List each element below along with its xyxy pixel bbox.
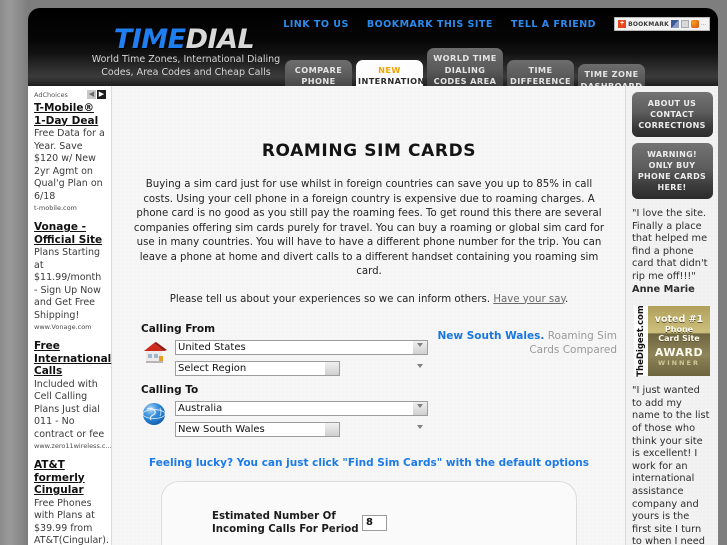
ad-item[interactable]: Free International Calls Included with C… <box>34 340 112 450</box>
site-tagline: World Time Zones, International Dialing … <box>91 54 281 78</box>
intro-paragraph: Buying a sim card just for use whilst in… <box>133 179 605 277</box>
feedback-note-tail: . <box>565 293 569 305</box>
about-us-contact-button[interactable]: ABOUT US CONTACT CORRECTIONS <box>631 92 713 137</box>
ad-url: t-mobile.com <box>34 204 77 212</box>
globe-icon <box>141 398 175 427</box>
testimonial-two: "I just wanted to add my name to the lis… <box>632 385 711 545</box>
left-ad-sidebar: AdChoices ◀ ▶ T-Mobile® 1-Day Deal Free … <box>28 86 112 545</box>
ad-item[interactable]: AT&T formerly Cingular Free Phones with … <box>34 459 109 545</box>
award-badge: TheDigest.com voted #1 Phone Card Site A… <box>634 305 710 377</box>
ad-description: Included with Cell Calling Plans Just di… <box>34 378 105 440</box>
award-source-text: TheDigest.com <box>636 305 646 377</box>
bookmark-this-site-link[interactable]: BOOKMARK THIS SITE <box>367 19 493 30</box>
calling-to-label: Calling To <box>141 383 199 396</box>
ad-url: www.zero11wireless.c... <box>34 442 112 450</box>
site-header: TIMEDIAL World Time Zones, International… <box>28 8 718 102</box>
award-cardsite-line: Card Site <box>658 334 700 344</box>
from-country-select[interactable]: United States <box>175 339 428 355</box>
award-word: AWARD <box>654 345 704 359</box>
ad-url: www.Vonage.com <box>34 323 92 331</box>
more-options-icon[interactable]: ... <box>701 21 706 27</box>
ad-next-icon[interactable]: ▶ <box>97 90 106 99</box>
logo-time-text: TIME <box>113 24 186 55</box>
incoming-calls-label: Estimated Number Of Incoming Calls For P… <box>212 510 359 535</box>
ad-title-link[interactable]: AT&T formerly Cingular <box>34 459 106 497</box>
award-voted-line: voted #1 <box>654 314 704 326</box>
link-to-us-link[interactable]: LINK TO US <box>283 19 349 30</box>
page-root: TIMEDIAL World Time Zones, International… <box>0 0 727 545</box>
ad-description: Free Phones with Plans at $39.99 from AT… <box>34 497 109 545</box>
calling-to-row: Australia New South Wales <box>141 398 625 437</box>
region-summary-highlight: New South Wales. <box>437 329 545 342</box>
feeling-lucky-note: Feeling lucky? You can just click "Find … <box>149 456 589 469</box>
tell-a-friend-link[interactable]: TELL A FRIEND <box>511 19 596 30</box>
calc-row-incoming-calls: Estimated Number Of Incoming Calls For P… <box>162 510 576 536</box>
feedback-note-text: Please tell us about your experiences so… <box>169 293 494 305</box>
award-source-label: TheDigest.com <box>634 305 648 377</box>
ad-prev-icon[interactable]: ◀ <box>87 90 96 99</box>
to-region-select[interactable]: New South Wales <box>175 421 340 437</box>
logo-dial-text: DIAL <box>185 24 255 55</box>
social-bookmark-widget[interactable]: + BOOKMARK ... <box>614 17 710 31</box>
ad-item[interactable]: T-Mobile® 1-Day Deal Free Data for a Yea… <box>34 102 106 212</box>
plus-icon: + <box>618 20 627 28</box>
award-winner-word: WINNER <box>658 358 700 367</box>
warning-buy-phone-cards-button[interactable]: WARNING! ONLY BUY PHONE CARDS HERE! <box>631 143 713 199</box>
rss-share-icon[interactable] <box>690 20 699 28</box>
ad-title-link[interactable]: T-Mobile® 1-Day Deal <box>34 102 106 127</box>
calling-to-selects: Australia New South Wales <box>175 398 428 437</box>
site-logo[interactable]: TIMEDIAL <box>94 26 274 54</box>
adchoices-label[interactable]: AdChoices <box>34 91 68 99</box>
ad-carousel-controls: ◀ ▶ <box>87 90 106 99</box>
ad-title-link[interactable]: Free International Calls <box>34 340 111 378</box>
page-content: AdChoices ◀ ▶ T-Mobile® 1-Day Deal Free … <box>28 86 718 545</box>
region-summary-note: New South Wales. Roaming Sim Cards Compa… <box>431 329 617 357</box>
main-column: ROAMING SIM CARDS Buying a sim card just… <box>113 86 625 545</box>
house-icon <box>141 337 175 366</box>
right-sidebar: ABOUT US CONTACT CORRECTIONS WARNING! ON… <box>625 86 718 545</box>
ad-item[interactable]: Vonage - Official Site Plans Starting at… <box>34 221 106 331</box>
calling-from-selects: United States Select Region <box>175 337 428 376</box>
award-bottom-text: AWARD WINNER <box>655 347 703 369</box>
header-top-links: LINK TO US BOOKMARK THIS SITE TELL A FRI… <box>283 17 710 31</box>
ad-block: AdChoices ◀ ▶ T-Mobile® 1-Day Deal Free … <box>28 86 112 545</box>
incoming-calls-input[interactable] <box>362 514 387 531</box>
have-your-say-link[interactable]: Have your say <box>493 294 565 305</box>
testimonial-one-author: Anne Marie <box>632 283 695 295</box>
feedback-note: Please tell us about your experiences so… <box>133 294 605 305</box>
testimonial-one: "I love the site. Finally a place that h… <box>632 208 711 296</box>
testimonial-one-text: "I love the site. Finally a place that h… <box>632 208 708 282</box>
ad-description: Free Data for a Year. Save $120 w/ New 2… <box>34 128 105 202</box>
facebook-share-icon[interactable] <box>670 20 679 28</box>
window-share-icon[interactable] <box>680 20 689 28</box>
bookmark-widget-label: BOOKMARK <box>628 20 669 28</box>
new-badge: NEW <box>378 64 401 75</box>
adchoices-row: AdChoices ◀ ▶ <box>34 90 106 99</box>
award-phone-line: Phone <box>664 324 694 334</box>
award-badge-body: voted #1 Phone Card Site AWARD WINNER <box>648 306 710 377</box>
calculator-panel: Estimated Number Of Incoming Calls For P… <box>161 480 577 545</box>
from-region-select[interactable]: Select Region <box>175 360 340 376</box>
award-top-text: voted #1 Phone Card Site <box>655 313 703 344</box>
to-country-select[interactable]: Australia <box>175 400 428 416</box>
ad-description: Plans Starting at $11.99/month - Sign Up… <box>34 247 102 321</box>
ad-title-link[interactable]: Vonage - Official Site <box>34 221 106 246</box>
testimonial-two-text: "I just wanted to add my name to the lis… <box>632 385 710 545</box>
sim-search-form: Calling From United States Select Region… <box>113 323 625 437</box>
page-title: ROAMING SIM CARDS <box>261 141 477 161</box>
